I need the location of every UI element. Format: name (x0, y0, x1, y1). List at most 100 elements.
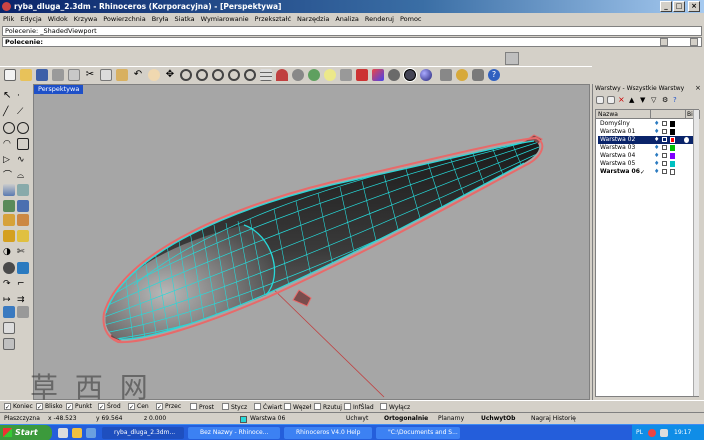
menu-pomoc[interactable]: Pomoc (397, 13, 425, 25)
osnap-blisko[interactable]: ✓ Blisko (36, 403, 63, 411)
boolean-icon[interactable]: ◑ (3, 246, 15, 258)
bulb-icon[interactable]: ♦ (654, 161, 659, 167)
osnap-wezel[interactable]: Węzeł (284, 403, 311, 412)
layer-color-swatch[interactable] (670, 121, 675, 127)
quicklaunch-folder-icon[interactable] (72, 428, 82, 438)
lock-open-icon[interactable] (662, 161, 667, 166)
fillet-icon[interactable]: ⌐ (17, 278, 29, 290)
layer-tools-icon[interactable]: ⚙ (662, 96, 670, 104)
mesh-icon[interactable] (3, 214, 15, 226)
layer-color-swatch[interactable] (670, 153, 675, 159)
osnap-wylacz[interactable]: Wyłącz (380, 403, 410, 412)
osnap-checkbox[interactable] (254, 403, 261, 410)
task-rhino-help[interactable]: Rhinoceros V4.0 Help (284, 427, 372, 439)
move-up-icon[interactable]: ▲ (629, 96, 637, 104)
layer-row[interactable]: Warstwa 04 ♦ (598, 152, 698, 160)
layer-color-swatch[interactable] (670, 129, 675, 135)
light-bulb-icon[interactable] (324, 69, 336, 81)
dimension-icon[interactable] (17, 214, 29, 226)
osnap-checkbox[interactable] (190, 403, 197, 410)
task-explorer[interactable]: "C:\Documents and S... (376, 427, 460, 439)
task-rhino-file[interactable]: ryba_dluga_2.3dm... (102, 427, 184, 439)
lock-open-icon[interactable] (662, 145, 667, 150)
line-icon[interactable]: ╱ (3, 106, 15, 118)
shaded-sphere-icon[interactable] (404, 69, 416, 81)
layer-color-swatch[interactable] (670, 137, 675, 143)
camera-icon[interactable] (292, 69, 304, 81)
save-icon[interactable] (36, 69, 48, 81)
polyline-icon[interactable]: ⟋ (17, 106, 29, 118)
menu-widok[interactable]: Widok (45, 13, 71, 25)
open-folder-icon[interactable] (20, 69, 32, 81)
properties-icon[interactable] (372, 69, 384, 81)
lock-icon[interactable] (340, 69, 352, 81)
filter-icon[interactable]: ▽ (651, 96, 659, 104)
status-cplane[interactable]: Płaszczyzna (4, 415, 40, 423)
scale-icon[interactable] (17, 306, 29, 318)
array-icon[interactable] (3, 338, 15, 350)
layer-color-swatch[interactable] (670, 145, 675, 151)
move-icon[interactable]: ↦ (3, 294, 15, 306)
layer-help-icon[interactable]: ? (673, 96, 681, 104)
close-button[interactable]: × (688, 1, 700, 12)
trim-icon[interactable]: ✄ (17, 246, 29, 258)
status-snap[interactable]: Uchwyt (346, 415, 368, 423)
start-button[interactable]: Start (0, 425, 52, 440)
osnap-przec[interactable]: ✓ Przec (156, 403, 181, 411)
zoom-extents-all-icon[interactable] (244, 69, 256, 81)
osnap-koniec[interactable]: ✓ Koniec (4, 403, 33, 411)
copy-object-icon[interactable]: ⇉ (17, 294, 29, 306)
join-icon[interactable] (17, 262, 29, 274)
tools-icon[interactable] (472, 69, 484, 81)
bulb-icon[interactable]: ♦ (654, 129, 659, 135)
osnap-punkt[interactable]: ✓ Punkt (66, 403, 92, 411)
explode-icon[interactable]: ↷ (3, 278, 15, 290)
task-rhino-untitled[interactable]: Bez Nazwy - Rhinoce... (188, 427, 280, 439)
material-icon[interactable] (684, 137, 689, 143)
bulb-icon[interactable]: ♦ (654, 121, 659, 127)
lock-open-icon[interactable] (662, 137, 667, 142)
menu-analiza[interactable]: Analiza (332, 13, 362, 25)
freeform-curve-icon[interactable]: ⌒ (3, 170, 15, 182)
lock-open-icon[interactable] (662, 169, 667, 174)
layer-color-swatch[interactable] (670, 161, 675, 167)
undo-icon[interactable]: ↶ (132, 69, 144, 81)
bulb-icon[interactable]: ♦ (654, 153, 659, 159)
bulb-icon[interactable]: ♦ (654, 169, 659, 175)
solid-sphere-icon[interactable] (17, 200, 29, 212)
command-options-button[interactable] (690, 38, 698, 46)
menu-edycja[interactable]: Edycja (17, 13, 44, 25)
ellipse-icon[interactable] (17, 122, 29, 134)
layer-row-selected[interactable]: Warstwa 02 ♦ (598, 136, 698, 144)
osnap-checkbox[interactable]: ✓ (36, 403, 43, 411)
circle-icon[interactable] (3, 122, 15, 134)
new-file-icon[interactable] (4, 69, 16, 81)
layer-row-current[interactable]: Warstwa 06 ✓ ♦ (598, 168, 698, 176)
print-icon[interactable] (52, 69, 64, 81)
osnap-rzutuj[interactable]: Rzutuj (314, 403, 342, 412)
layer-row[interactable]: Domyślny ♦ (598, 120, 698, 128)
command-prompt[interactable]: Polecenie: (2, 37, 702, 47)
maximize-button[interactable]: □ (673, 1, 685, 12)
quicklaunch-ie-icon[interactable] (58, 428, 68, 438)
language-indicator[interactable]: PL (636, 425, 643, 440)
osnap-checkbox[interactable] (380, 403, 387, 410)
command-scroll-button[interactable] (660, 38, 668, 46)
rendered-sphere-icon[interactable] (420, 69, 432, 81)
help-icon[interactable]: ? (488, 69, 500, 81)
osnap-checkbox[interactable]: ✓ (4, 403, 11, 411)
lightning-icon[interactable] (17, 230, 29, 242)
layer-row[interactable]: Warstwa 05 ♦ (598, 160, 698, 168)
menu-powierzchnia[interactable]: Powierzchnia (100, 13, 148, 25)
osnap-prost[interactable]: Prost (190, 403, 214, 412)
transform-icon[interactable] (3, 230, 15, 242)
layer-row[interactable]: Warstwa 01 ♦ (598, 128, 698, 136)
rotate-view-icon[interactable]: ✥ (164, 69, 176, 81)
new-sublayer-icon[interactable] (607, 96, 615, 104)
minimize-button[interactable]: _ (660, 1, 672, 12)
zoom-window-icon[interactable] (196, 69, 208, 81)
menu-plik[interactable]: Plik (0, 13, 17, 25)
status-planar[interactable]: Planarny (438, 415, 464, 423)
osnap-cen[interactable]: ✓ Cen (128, 403, 149, 411)
menu-wymiarowanie[interactable]: Wymiarowanie (198, 13, 252, 25)
